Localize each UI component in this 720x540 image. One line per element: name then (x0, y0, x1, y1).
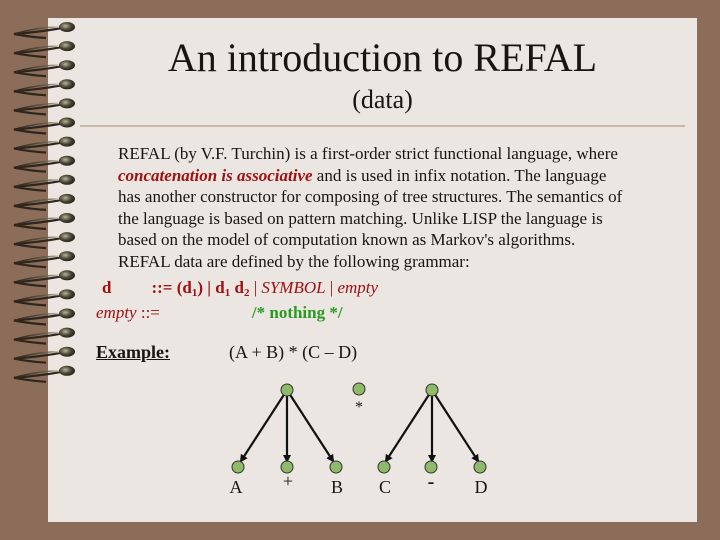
tree-node (231, 460, 245, 474)
left-subtree: A + B (230, 383, 343, 497)
leaf-label: C (379, 477, 391, 497)
tree-node (425, 383, 439, 397)
tree-node (377, 460, 391, 474)
edge (384, 389, 433, 463)
root-node: * (352, 382, 366, 416)
tree-node (473, 460, 487, 474)
root-label: * (355, 399, 363, 416)
right-subtree: C - D (377, 383, 488, 497)
leaf-label: + (283, 471, 293, 491)
expression-tree: A + B * C - D (230, 382, 488, 497)
leaf-label: B (331, 477, 343, 497)
leaf-label: A (230, 477, 243, 497)
edge (286, 389, 335, 463)
edge (239, 389, 288, 463)
tree-node (280, 383, 294, 397)
edge (431, 389, 480, 463)
tree-node (352, 382, 366, 396)
leaf-label: D (475, 477, 488, 497)
leaf-label: - (428, 471, 435, 493)
tree-node (329, 460, 343, 474)
